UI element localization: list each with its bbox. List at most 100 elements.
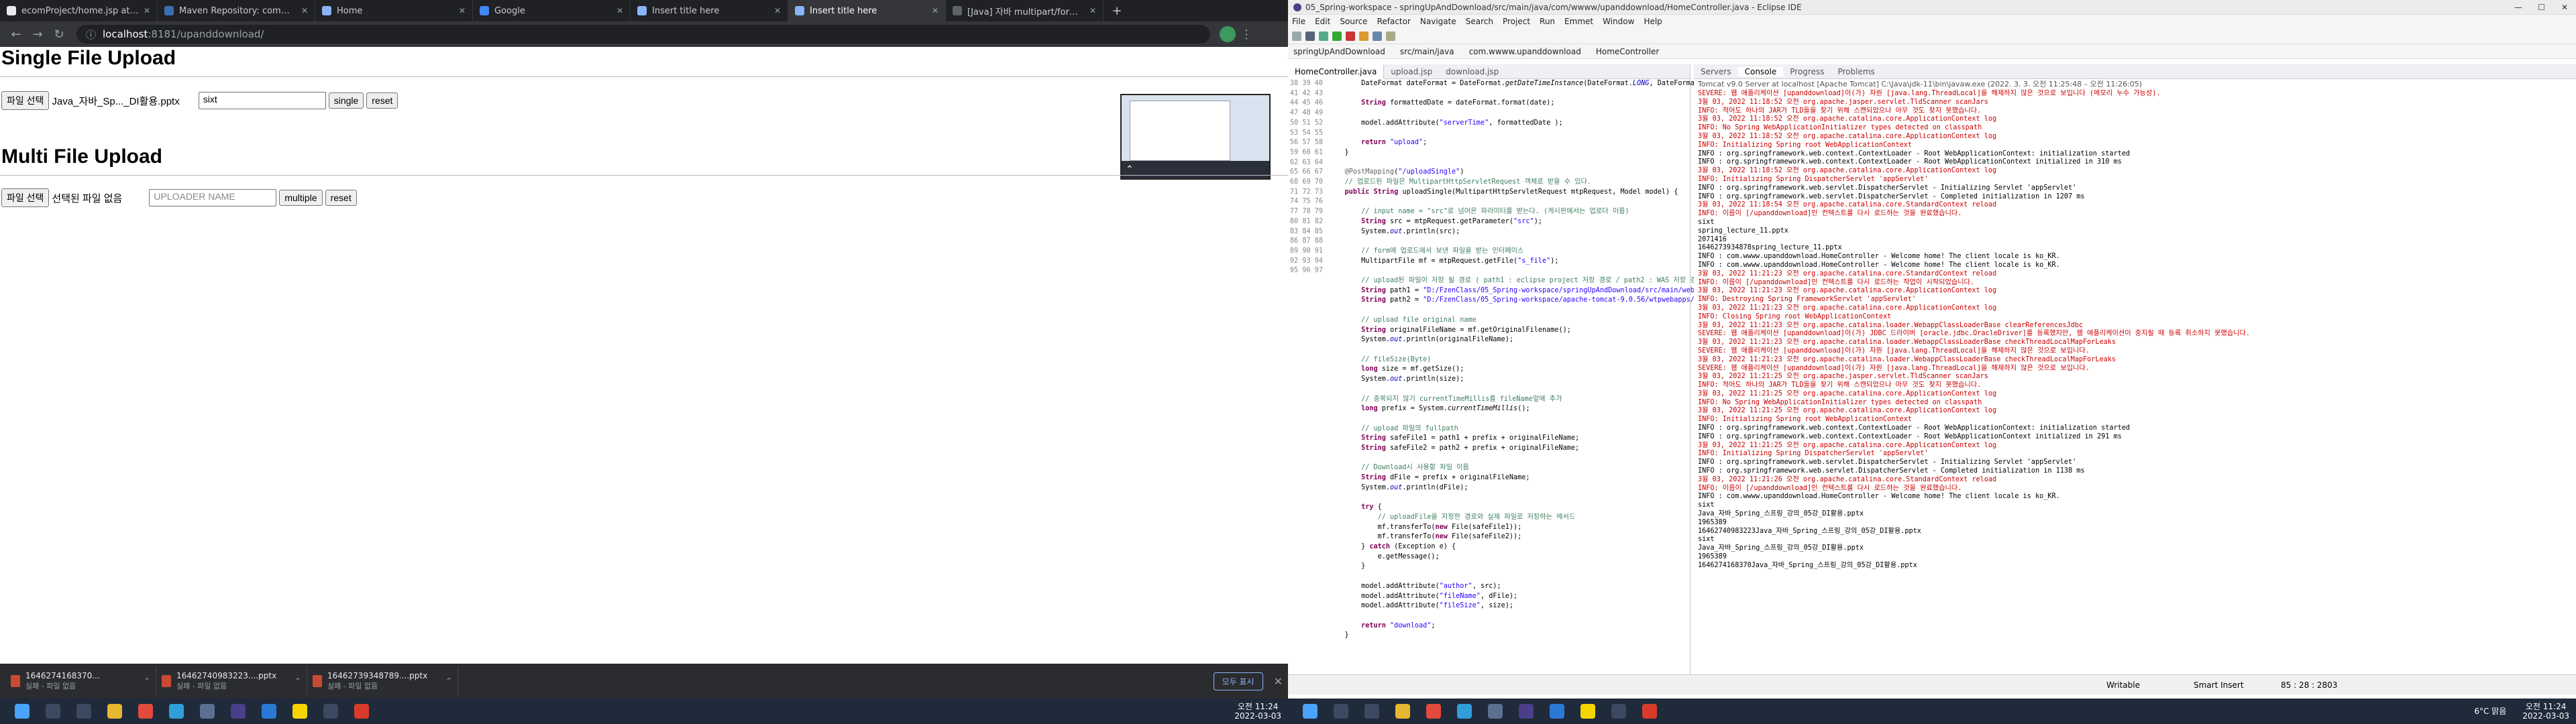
back-arrow-icon[interactable]: ←	[5, 27, 27, 42]
menu-emmet[interactable]: Emmet	[1564, 17, 1593, 26]
close-icon[interactable]: ✕	[616, 6, 623, 15]
single-choose-file-button[interactable]: 파일 선택	[1, 91, 50, 110]
tab-progress[interactable]: Progress	[1783, 67, 1831, 76]
close-icon[interactable]: ✕	[1089, 6, 1096, 15]
chevron-up-icon[interactable]: ⌃	[445, 676, 452, 686]
tab-servers[interactable]: Servers	[1694, 67, 1738, 76]
breadcrumb-folder[interactable]: src/main/java	[1400, 47, 1454, 56]
debug-icon[interactable]	[1319, 31, 1328, 41]
close-icon[interactable]: ✕	[932, 6, 938, 15]
new-icon[interactable]	[1292, 31, 1301, 41]
menu-edit[interactable]: Edit	[1315, 17, 1330, 26]
screen-share-preview[interactable]: ⌃	[1120, 94, 1271, 180]
close-icon[interactable]: ✕	[301, 6, 308, 15]
multi-choose-file-button[interactable]: 파일 선택	[1, 188, 50, 207]
store-icon[interactable]	[200, 704, 215, 719]
tab-upload-jsp[interactable]: upload.jsp	[1384, 64, 1439, 79]
edge-icon[interactable]	[1457, 704, 1472, 719]
weather-widget[interactable]: 6°C 맑음	[2474, 707, 2506, 716]
info-icon[interactable]: ⓘ	[86, 27, 96, 42]
file-explorer-icon[interactable]	[107, 704, 122, 719]
menu-navigate[interactable]: Navigate	[1420, 17, 1456, 26]
windows-start-icon[interactable]	[15, 704, 30, 719]
close-icon[interactable]: ✕	[2561, 3, 2568, 12]
close-icon[interactable]: ✕	[1274, 675, 1283, 688]
calendar-icon[interactable]	[262, 704, 276, 719]
kakaotalk-icon[interactable]	[292, 704, 307, 719]
perspective-icon[interactable]	[1386, 31, 1395, 41]
breadcrumb-class[interactable]: HomeController	[1596, 47, 1659, 56]
run-icon[interactable]	[1332, 31, 1342, 41]
multi-uploader-input[interactable]: UPLOADER NAME	[149, 189, 277, 206]
search-icon[interactable]	[1334, 704, 1348, 719]
minimize-icon[interactable]: —	[2514, 3, 2522, 12]
file-explorer-icon[interactable]	[1395, 704, 1410, 719]
eclipse-icon[interactable]	[1519, 704, 1534, 719]
calendar-icon[interactable]	[1550, 704, 1564, 719]
edge-icon[interactable]	[169, 704, 184, 719]
multi-submit-button[interactable]: multiple	[279, 190, 323, 206]
single-submit-button[interactable]: single	[328, 93, 364, 109]
menu-project[interactable]: Project	[1503, 17, 1530, 26]
breadcrumb-package[interactable]: com.wwww.upanddownload	[1469, 47, 1581, 56]
download-item[interactable]: 16462739348789....pptx 실패 - 파일 없음 ⌃	[307, 666, 458, 696]
clock[interactable]: 오전 11:24 2022-03-03	[1234, 702, 1281, 721]
close-icon[interactable]: ✕	[459, 6, 466, 15]
app-icon[interactable]	[1611, 704, 1626, 719]
save-icon[interactable]	[1305, 31, 1315, 41]
download-item[interactable]: 16462740983223....pptx 실패 - 파일 없음 ⌃	[156, 666, 307, 696]
chevron-up-icon[interactable]: ⌃	[294, 676, 301, 686]
app-icon[interactable]	[323, 704, 338, 719]
app-icon[interactable]	[1642, 704, 1657, 719]
menu-file[interactable]: File	[1292, 17, 1305, 26]
browser-tab[interactable]: Home ✕	[315, 0, 473, 21]
breadcrumb-project[interactable]: springUpAndDownload	[1293, 47, 1385, 56]
stop-icon[interactable]	[1346, 31, 1355, 41]
browser-tab[interactable]: Insert title here ✕	[631, 0, 788, 21]
browser-tab[interactable]: Google ✕	[473, 0, 631, 21]
tab-homecontroller[interactable]: HomeController.java	[1288, 64, 1385, 79]
browser-tab[interactable]: Maven Repository: commons-f ✕	[158, 0, 315, 21]
chrome-icon[interactable]	[138, 704, 153, 719]
menu-dots-icon[interactable]: ⋮	[1236, 27, 1257, 42]
reload-icon[interactable]: ↻	[48, 27, 70, 42]
single-reset-button[interactable]: reset	[366, 93, 398, 109]
menu-refactor[interactable]: Refactor	[1377, 17, 1411, 26]
profile-avatar[interactable]	[1220, 26, 1236, 42]
tab-problems[interactable]: Problems	[1831, 67, 1881, 76]
close-icon[interactable]: ✕	[774, 6, 781, 15]
search-icon[interactable]	[1373, 31, 1382, 41]
kakaotalk-icon[interactable]	[1580, 704, 1595, 719]
console-panel[interactable]: Servers Console Progress Problems Tomcat…	[1694, 64, 2576, 674]
store-icon[interactable]	[1488, 704, 1503, 719]
code-editor[interactable]: HomeController.java upload.jsp download.…	[1288, 64, 1859, 674]
browser-tab[interactable]: [Java] 자바 multipart/form-da ✕	[946, 0, 1104, 21]
server-icon[interactable]	[1359, 31, 1368, 41]
expand-icon[interactable]: ⌃	[1126, 164, 1134, 176]
eclipse-icon[interactable]	[231, 704, 246, 719]
search-icon[interactable]	[46, 704, 60, 719]
browser-tab[interactable]: ecomProject/home.jsp at main ✕	[0, 0, 158, 21]
maximize-icon[interactable]: ☐	[2538, 3, 2545, 12]
windows-start-icon[interactable]	[1303, 704, 1318, 719]
show-all-downloads-button[interactable]: 모두 표시	[1213, 672, 1263, 690]
address-bar[interactable]: ⓘ localhost:8181/upanddownload/	[76, 25, 1210, 44]
menu-help[interactable]: Help	[1644, 17, 1662, 26]
single-uploader-input[interactable]: sixt	[198, 92, 326, 109]
menu-source[interactable]: Source	[1340, 17, 1367, 26]
console-output[interactable]: SEVERE: 웹 애플리케이션 [upanddownload]이(가) 자원 …	[1694, 90, 2576, 570]
menu-window[interactable]: Window	[1603, 17, 1634, 26]
close-icon[interactable]: ✕	[144, 6, 150, 15]
tab-download-jsp[interactable]: download.jsp	[1439, 64, 1505, 79]
chrome-icon[interactable]	[1426, 704, 1441, 719]
task-view-icon[interactable]	[76, 704, 91, 719]
clock[interactable]: 오전 11:24 2022-03-03	[2522, 702, 2569, 721]
app-icon[interactable]	[354, 704, 369, 719]
new-tab-button[interactable]: +	[1104, 0, 1130, 21]
menu-search[interactable]: Search	[1466, 17, 1493, 26]
chevron-up-icon[interactable]: ⌃	[144, 676, 150, 686]
menu-run[interactable]: Run	[1540, 17, 1555, 26]
download-item[interactable]: 1646274168370... 실패 - 파일 없음 ⌃	[5, 666, 156, 696]
multi-reset-button[interactable]: reset	[325, 190, 357, 206]
forward-arrow-icon[interactable]: →	[27, 27, 48, 42]
